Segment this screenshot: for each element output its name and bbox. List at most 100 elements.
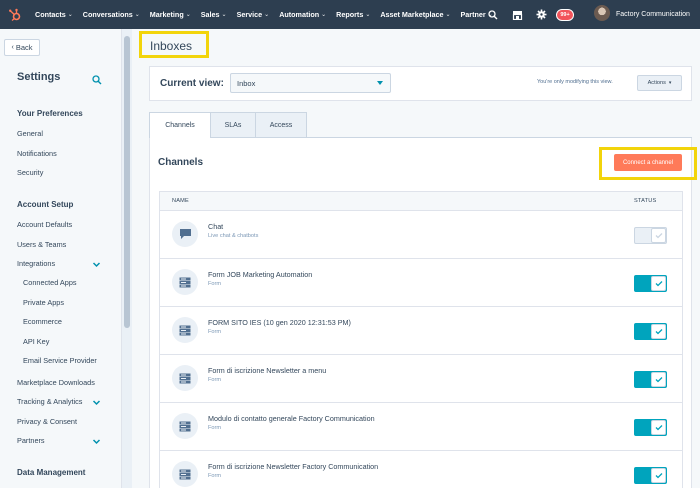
channel-name: FORM SITO IES (10 gen 2020 12:31:53 PM) xyxy=(208,318,351,327)
table-row: Form di iscrizione Newsletter Factory Co… xyxy=(159,451,683,488)
chevron-down-icon: ⌄ xyxy=(365,12,371,18)
gear-icon[interactable] xyxy=(533,7,549,23)
actions-label: Actions xyxy=(647,80,666,86)
nav-item-label: Partner xyxy=(460,10,486,19)
sidebar-item-notifications[interactable]: Notifications xyxy=(17,149,57,158)
nav-item-contacts[interactable]: Contacts ⌄ xyxy=(30,10,78,19)
nav-item-sales[interactable]: Sales ⌄ xyxy=(196,10,232,19)
caret-down-icon: ▾ xyxy=(668,80,672,86)
sidebar-scrollbar-thumb[interactable] xyxy=(124,36,130,328)
marketplace-icon[interactable] xyxy=(509,7,525,23)
column-header-name[interactable]: NAME xyxy=(172,198,189,204)
sidebar-item-connected-apps[interactable]: Connected Apps xyxy=(23,278,77,287)
nav-item-label: Automation xyxy=(279,10,320,19)
caret-down-icon xyxy=(377,81,383,85)
channel-type: Form xyxy=(208,473,222,479)
sidebar-item-users-teams[interactable]: Users & Teams xyxy=(17,240,66,249)
channel-name: Chat xyxy=(208,222,224,231)
form-icon xyxy=(172,365,198,391)
sidebar-item-tracking-analytics[interactable]: Tracking & Analytics xyxy=(17,397,82,406)
checkmark-icon xyxy=(651,324,666,339)
notifications-icon[interactable]: 99+ xyxy=(556,7,574,23)
settings-title: Settings xyxy=(17,71,61,83)
checkmark-icon xyxy=(651,372,666,387)
tab-channels[interactable]: Channels xyxy=(149,112,211,139)
channel-type: Form xyxy=(208,377,222,383)
form-icon xyxy=(172,461,198,487)
checkmark-icon xyxy=(651,468,666,483)
channel-name: Form JOB Marketing Automation xyxy=(208,270,313,279)
chat-bubble-icon xyxy=(172,221,198,247)
chevron-down-icon: ⌄ xyxy=(445,12,451,18)
nav-item-service[interactable]: Service ⌄ xyxy=(232,10,275,19)
chevron-down-icon[interactable] xyxy=(92,398,101,407)
checkmark-icon xyxy=(651,420,666,435)
table-row: FORM SITO IES (10 gen 2020 12:31:53 PM) F… xyxy=(159,307,683,355)
status-toggle[interactable] xyxy=(634,371,667,388)
nav-icon-group: 99+ xyxy=(485,0,574,29)
highlight-box xyxy=(139,31,209,58)
search-icon[interactable] xyxy=(485,7,501,23)
back-button[interactable]: ‹ Back xyxy=(4,39,40,56)
sidebar-item-account-defaults[interactable]: Account Defaults xyxy=(17,220,72,229)
form-icon xyxy=(172,413,198,439)
channels-title: Channels xyxy=(158,157,204,168)
table-row: Form di iscrizione Newsletter a menu Form xyxy=(159,355,683,403)
sidebar-item-private-apps[interactable]: Private Apps xyxy=(23,298,64,307)
status-toggle[interactable] xyxy=(634,419,667,436)
chevron-down-icon: ⌄ xyxy=(321,12,327,18)
nav-item-asset-marketplace[interactable]: Asset Marketplace ⌄ xyxy=(375,10,455,19)
channel-type: Form xyxy=(208,329,222,335)
account-name: Factory Communication xyxy=(616,11,690,18)
status-toggle[interactable] xyxy=(634,275,667,292)
nav-item-reports[interactable]: Reports ⌄ xyxy=(331,10,375,19)
nav-item-automation[interactable]: Automation ⌄ xyxy=(274,10,331,19)
nav-item-conversations[interactable]: Conversations ⌄ xyxy=(78,10,145,19)
sidebar-item-marketplace-downloads[interactable]: Marketplace Downloads xyxy=(17,378,95,387)
actions-button[interactable]: Actions ▾ xyxy=(637,75,682,91)
chevron-down-icon: ⌄ xyxy=(264,12,270,18)
nav-item-marketing[interactable]: Marketing ⌄ xyxy=(145,10,196,19)
nav-item-label: Reports xyxy=(336,10,364,19)
sidebar-item-integrations[interactable]: Integrations xyxy=(17,259,55,268)
channel-name: Form di iscrizione Newsletter a menu xyxy=(208,366,327,375)
status-toggle[interactable] xyxy=(634,467,667,484)
nav-item-label: Asset Marketplace xyxy=(380,10,444,19)
nav-menu: Contacts ⌄ Conversations ⌄ Marketing ⌄ Sales ⌄ S… xyxy=(30,0,498,29)
sidebar-item-general[interactable]: General xyxy=(17,129,43,138)
sidebar-item-ecommerce[interactable]: Ecommerce xyxy=(23,317,62,326)
chevron-down-icon[interactable] xyxy=(92,437,101,446)
nav-item-label: Service xyxy=(236,10,263,19)
channel-name: Form di iscrizione Newsletter Factory Co… xyxy=(208,462,379,471)
current-view-select[interactable]: Inbox xyxy=(230,73,391,93)
notification-badge: 99+ xyxy=(556,8,574,21)
status-toggle[interactable] xyxy=(634,227,667,244)
sidebar-item-privacy-consent[interactable]: Privacy & Consent xyxy=(17,417,77,426)
chevron-down-icon[interactable] xyxy=(92,260,101,269)
search-icon[interactable] xyxy=(92,72,102,90)
sidebar-item-api-key[interactable]: API Key xyxy=(23,337,49,346)
current-view-bar: Current view: Inbox You're only modifyin… xyxy=(149,66,692,101)
hubspot-logo-icon[interactable] xyxy=(0,0,30,29)
nav-item-label: Conversations xyxy=(82,10,133,19)
account-menu[interactable]: Factory Communication xyxy=(616,0,690,29)
chevron-down-icon: ⌄ xyxy=(185,12,191,18)
sidebar-item-security[interactable]: Security xyxy=(17,168,43,177)
nav-item-label: Contacts xyxy=(35,10,66,19)
tab-slas[interactable]: SLAs xyxy=(210,112,256,138)
avatar[interactable] xyxy=(594,5,610,21)
column-header-status[interactable]: STATUS xyxy=(634,198,656,204)
chevron-down-icon: ⌄ xyxy=(221,12,227,18)
highlight-box xyxy=(599,147,697,180)
sidebar-item-email-service-provider[interactable]: Email Service Provider xyxy=(23,356,97,365)
table-header: NAME STATUS xyxy=(159,191,683,211)
tab-access[interactable]: Access xyxy=(255,112,307,138)
channel-type: Live chat & chatbots xyxy=(208,233,259,239)
status-toggle[interactable] xyxy=(634,323,667,340)
table-row: Modulo di contatto generale Factory Comm… xyxy=(159,403,683,451)
settings-sidebar: ‹ Back Settings Your Preferences General… xyxy=(0,29,122,488)
sidebar-item-partners[interactable]: Partners xyxy=(17,436,45,445)
sidebar-section-your-preferences: Your Preferences xyxy=(17,109,83,118)
sidebar-section-data-management: Data Management xyxy=(17,468,86,477)
channel-name: Modulo di contatto generale Factory Comm… xyxy=(208,414,375,423)
